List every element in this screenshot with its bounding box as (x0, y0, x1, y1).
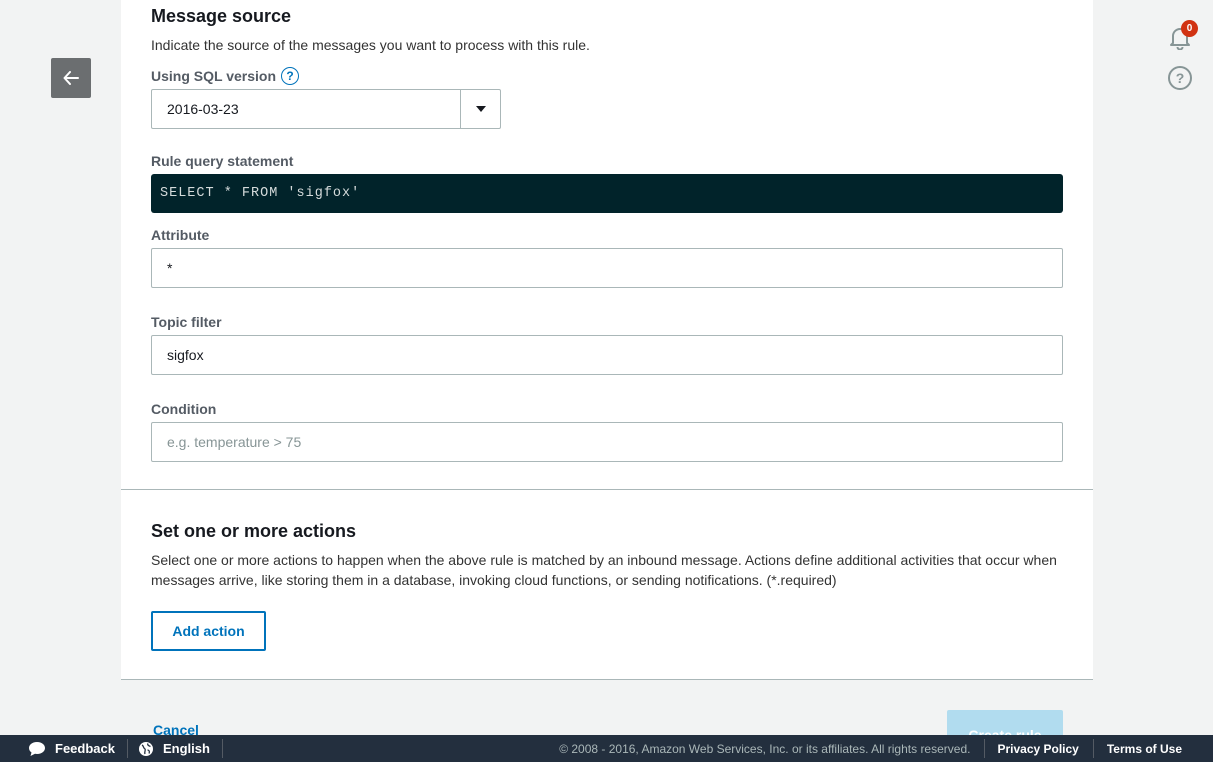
globe-icon (138, 741, 153, 756)
query-label: Rule query statement (151, 153, 294, 169)
caret-down-icon (475, 106, 486, 112)
privacy-policy-link[interactable]: Privacy Policy (985, 735, 1092, 762)
notifications-button[interactable]: 0 (1166, 20, 1198, 54)
terms-of-use-link[interactable]: Terms of Use (1094, 735, 1213, 762)
topic-filter-input[interactable] (151, 335, 1063, 375)
rule-query-statement[interactable]: SELECT * FROM 'sigfox' (151, 174, 1063, 213)
language-label: English (162, 741, 210, 756)
feedback-label: Feedback (55, 741, 115, 756)
attribute-label: Attribute (151, 227, 210, 243)
rule-form-card: Message source Indicate the source of th… (121, 0, 1093, 680)
topic-filter-label: Topic filter (151, 314, 222, 330)
speech-bubble-icon (29, 741, 45, 756)
arrow-left-icon (63, 71, 79, 85)
condition-label: Condition (151, 401, 217, 417)
feedback-link[interactable]: Feedback (0, 735, 127, 762)
footer-divider (221, 739, 223, 758)
sql-version-label: Using SQL version (151, 68, 276, 84)
dropdown-toggle[interactable] (460, 90, 500, 128)
notification-count-badge: 0 (1181, 20, 1198, 37)
help-icon[interactable]: ? (1168, 66, 1192, 90)
copyright-text: © 2008 - 2016, Amazon Web Services, Inc.… (559, 741, 971, 756)
utility-icons: 0 ? (1166, 20, 1198, 90)
console-footer: Feedback English © 2008 - 2016, Amazon W… (0, 735, 1213, 762)
message-source-section: Message source Indicate the source of th… (121, 0, 1093, 490)
actions-section: Set one or more actions Select one or mo… (121, 490, 1093, 680)
attribute-input[interactable] (151, 248, 1063, 288)
actions-description-line1: Select one or more actions to happen whe… (151, 552, 1057, 568)
condition-input[interactable] (151, 422, 1063, 462)
language-selector[interactable]: English (128, 735, 222, 762)
sql-version-label-row: Using SQL version ? (151, 66, 1063, 86)
back-button[interactable] (51, 58, 91, 98)
info-icon[interactable]: ? (281, 67, 299, 85)
message-source-description: Indicate the source of the messages you … (151, 37, 590, 53)
actions-description-line2: messages arrive, like storing them in a … (151, 572, 837, 588)
sql-version-value: 2016-03-23 (167, 101, 239, 117)
actions-title: Set one or more actions (151, 521, 357, 541)
add-action-button[interactable]: Add action (151, 611, 266, 651)
message-source-title: Message source (151, 6, 292, 26)
sql-version-select[interactable]: 2016-03-23 (151, 89, 501, 129)
